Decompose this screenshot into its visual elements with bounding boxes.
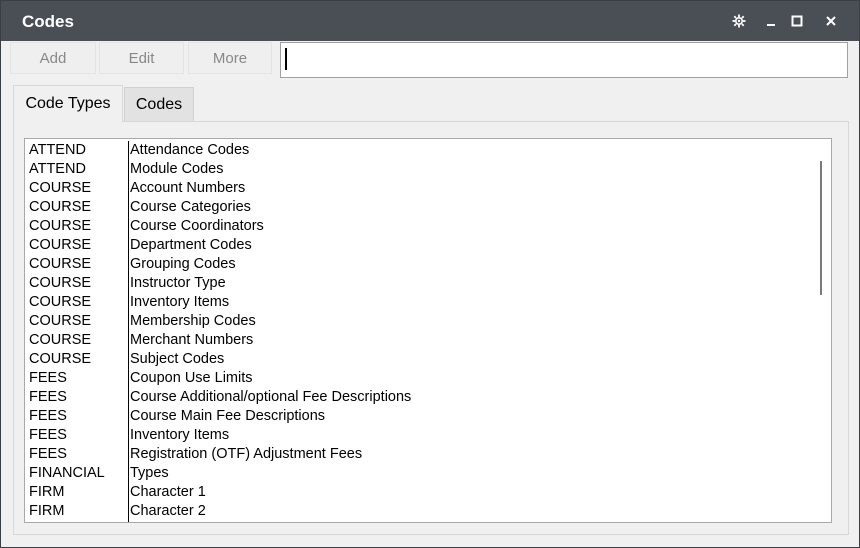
code-type-cell: COURSE bbox=[29, 294, 92, 310]
close-icon[interactable] bbox=[820, 9, 842, 33]
list-item[interactable]: FINANCIAL Types bbox=[25, 464, 810, 483]
code-type-cell: FEES bbox=[29, 370, 67, 386]
code-type-cell: COURSE bbox=[29, 313, 92, 329]
description-cell: Attendance Codes bbox=[130, 142, 250, 158]
description-cell: Course Categories bbox=[130, 199, 251, 215]
list-item[interactable]: COURSE Course Coordinators bbox=[25, 217, 810, 236]
window-title: Codes bbox=[22, 12, 74, 31]
description-cell: Types bbox=[130, 465, 169, 481]
code-type-cell: COURSE bbox=[29, 275, 92, 291]
code-type-cell: FEES bbox=[29, 427, 67, 443]
description-cell: Instructor Type bbox=[130, 275, 226, 291]
description-cell: Membership Codes bbox=[130, 313, 256, 329]
title-bar[interactable]: Codes bbox=[1, 1, 859, 41]
list-item[interactable]: COURSE Grouping Codes bbox=[25, 255, 810, 274]
code-type-cell: COURSE bbox=[29, 180, 92, 196]
code-type-cell: COURSE bbox=[29, 237, 92, 253]
list-item[interactable]: COURSE Merchant Numbers bbox=[25, 331, 810, 350]
maximize-icon[interactable] bbox=[786, 9, 808, 33]
description-cell: Course Coordinators bbox=[130, 218, 264, 234]
list-item[interactable]: COURSE Account Numbers bbox=[25, 179, 810, 198]
description-cell: Coupon Use Limits bbox=[130, 370, 253, 386]
add-button[interactable]: Add bbox=[10, 42, 96, 74]
description-cell: Inventory Items bbox=[130, 294, 230, 310]
list-item[interactable]: FEES Inventory Items bbox=[25, 426, 810, 445]
minimize-icon[interactable] bbox=[760, 9, 782, 33]
gear-icon[interactable] bbox=[728, 9, 750, 33]
list-item[interactable]: COURSE Course Categories bbox=[25, 198, 810, 217]
description-cell: Module Codes bbox=[130, 161, 224, 177]
codes-window: Codes Add Edit More Code Types Codes ATT… bbox=[0, 0, 860, 548]
list-item[interactable]: FEES Registration (OTF) Adjustment Fees bbox=[25, 445, 810, 464]
code-type-cell: ATTEND bbox=[29, 142, 86, 158]
list-item[interactable]: COURSE Department Codes bbox=[25, 236, 810, 255]
code-type-cell: COURSE bbox=[29, 332, 92, 348]
description-cell: Registration (OTF) Adjustment Fees bbox=[130, 446, 363, 462]
description-cell: Course Additional/optional Fee Descripti… bbox=[130, 389, 412, 405]
scrollbar-thumb[interactable] bbox=[820, 161, 822, 295]
code-type-cell: COURSE bbox=[29, 256, 92, 272]
list-item[interactable]: COURSE Membership Codes bbox=[25, 312, 810, 331]
code-type-cell: FEES bbox=[29, 446, 67, 462]
edit-button[interactable]: Edit bbox=[99, 42, 184, 74]
code-type-cell: FEES bbox=[29, 408, 67, 424]
code-type-cell: COURSE bbox=[29, 351, 92, 367]
list-item[interactable]: ATTEND Attendance Codes bbox=[25, 141, 810, 160]
search-input[interactable] bbox=[280, 42, 848, 78]
code-type-cell: COURSE bbox=[29, 199, 92, 215]
list-item[interactable]: FEES Course Additional/optional Fee Descr… bbox=[25, 388, 810, 407]
list-item[interactable]: FIRM Character 2 bbox=[25, 502, 810, 521]
code-type-cell: ATTEND bbox=[29, 161, 86, 177]
code-type-cell: FEES bbox=[29, 389, 67, 405]
description-cell: Character 2 bbox=[130, 503, 206, 519]
list-item[interactable]: ATTEND Module Codes bbox=[25, 160, 810, 179]
list-item[interactable]: COURSE Inventory Items bbox=[25, 293, 810, 312]
code-type-cell: FIRM bbox=[29, 484, 65, 500]
more-button[interactable]: More bbox=[188, 42, 272, 74]
list-item[interactable]: COURSE Instructor Type bbox=[25, 274, 810, 293]
tab-code-types[interactable]: Code Types bbox=[13, 85, 123, 122]
description-cell: Merchant Numbers bbox=[130, 332, 254, 348]
description-cell: Grouping Codes bbox=[130, 256, 236, 272]
code-type-cell: FINANCIAL bbox=[29, 465, 105, 481]
description-cell: Account Numbers bbox=[130, 180, 246, 196]
description-cell: Course Main Fee Descriptions bbox=[130, 408, 326, 424]
description-cell: Department Codes bbox=[130, 237, 252, 253]
description-cell: Inventory Items bbox=[130, 427, 230, 443]
list-item[interactable]: FEES Course Main Fee Descriptions bbox=[25, 407, 810, 426]
tab-codes[interactable]: Codes bbox=[124, 87, 194, 121]
list-item[interactable]: COURSE Subject Codes bbox=[25, 350, 810, 369]
description-cell: Character 1 bbox=[130, 484, 206, 500]
text-cursor bbox=[285, 48, 287, 70]
description-cell: Subject Codes bbox=[130, 351, 225, 367]
list-item[interactable]: FIRM Character 1 bbox=[25, 483, 810, 502]
code-types-list[interactable]: ATTEND Attendance Codes ATTEND Module Codes… bbox=[24, 138, 832, 523]
list-item[interactable]: FEES Coupon Use Limits bbox=[25, 369, 810, 388]
code-type-cell: FIRM bbox=[29, 503, 65, 519]
code-type-cell: COURSE bbox=[29, 218, 92, 234]
